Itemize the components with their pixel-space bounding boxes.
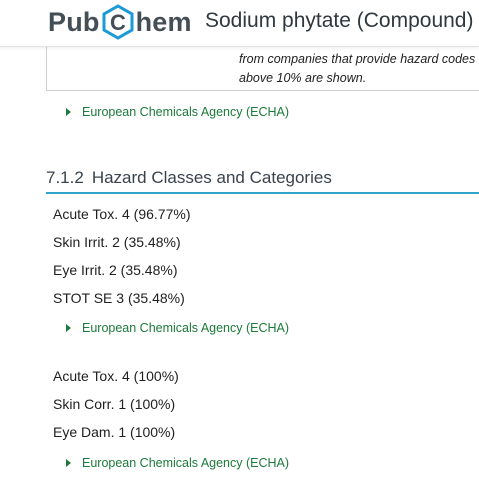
reference-link-label: European Chemicals Agency (ECHA) — [82, 105, 290, 119]
logo-text-right: hem — [135, 6, 192, 37]
hexagon-icon: C — [101, 4, 135, 40]
logo-text-left: Pub — [48, 6, 100, 37]
hazard-item: Eye Dam. 1 (100%) — [53, 424, 176, 440]
hazard-item: Eye Irrit. 2 (35.48%) — [53, 262, 178, 278]
hazard-item: Acute Tox. 4 (96.77%) — [53, 206, 191, 222]
reference-link-echa[interactable]: European Chemicals Agency (ECHA) — [66, 105, 289, 119]
hazard-item: Acute Tox. 4 (100%) — [53, 368, 179, 384]
page-title: Sodium phytate (Compound) — [205, 9, 474, 32]
section-heading: 7.1.2 Hazard Classes and Categories — [46, 168, 479, 194]
triangle-right-icon — [66, 324, 71, 332]
reference-link-label: European Chemicals Agency (ECHA) — [82, 456, 290, 470]
note-line-2: above 10% are shown. — [239, 71, 367, 85]
reference-link-echa[interactable]: European Chemicals Agency (ECHA) — [66, 321, 289, 335]
hazard-item: Skin Corr. 1 (100%) — [53, 396, 176, 412]
triangle-right-icon — [66, 459, 71, 467]
triangle-right-icon — [66, 108, 71, 116]
hazard-item: STOT SE 3 (35.48%) — [53, 290, 185, 306]
section-title: Hazard Classes and Categories — [91, 168, 332, 187]
note-text: from companies that provide hazard codes… — [239, 50, 479, 88]
reference-link-label: European Chemicals Agency (ECHA) — [82, 321, 290, 335]
site-header: Pub C hem Sodium phytate (Compound) — [0, 0, 479, 47]
note-line-1: from companies that provide hazard codes — [239, 52, 476, 66]
logo-hex-letter: C — [110, 10, 126, 35]
pubchem-logo[interactable]: Pub C hem — [48, 4, 192, 40]
reference-link-echa[interactable]: European Chemicals Agency (ECHA) — [66, 456, 289, 470]
hazard-item: Skin Irrit. 2 (35.48%) — [53, 234, 181, 250]
section-number: 7.1.2 — [46, 168, 84, 187]
